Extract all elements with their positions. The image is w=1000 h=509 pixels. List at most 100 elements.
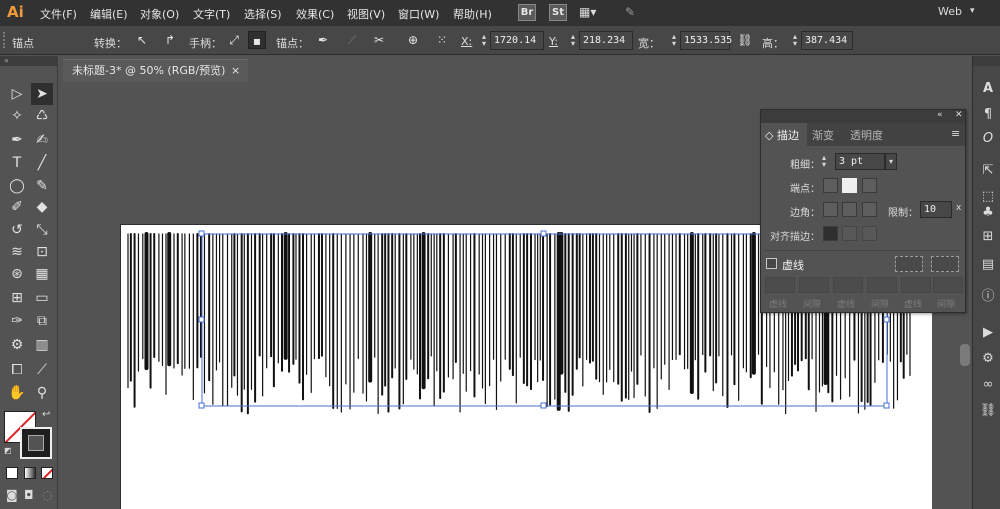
type-tool-icon[interactable]: T bbox=[6, 152, 28, 174]
height-stepper-icon[interactable]: ▴ ▾ bbox=[791, 33, 799, 48]
draw-inside-icon[interactable]: ◌ bbox=[42, 488, 52, 502]
shape-builder-tool-icon[interactable]: ⊛ bbox=[6, 263, 28, 285]
rotate-tool-icon[interactable]: ↺ bbox=[6, 219, 28, 241]
close-icon[interactable]: ✕ bbox=[955, 110, 963, 120]
swatches-panel-icon[interactable]: ▤ bbox=[977, 254, 999, 276]
gradient-mode-icon[interactable] bbox=[24, 467, 36, 479]
shaper-tool-icon[interactable]: ✐ bbox=[6, 196, 28, 218]
paintbrush-tool-icon[interactable]: ✎ bbox=[31, 175, 53, 197]
workspace-switcher[interactable]: Web bbox=[938, 5, 962, 18]
paragraph-panel-icon[interactable]: ¶ bbox=[977, 104, 999, 126]
collapse-icon[interactable]: » bbox=[4, 56, 9, 65]
gradient-tool-icon[interactable]: ▭ bbox=[31, 287, 53, 309]
dash-field-2[interactable] bbox=[833, 277, 863, 293]
double-arrow-icon[interactable]: « bbox=[937, 110, 943, 120]
color-mode-icon[interactable] bbox=[6, 467, 18, 479]
draw-normal-icon[interactable]: ◙ bbox=[6, 488, 18, 502]
butt-cap-button[interactable] bbox=[823, 178, 838, 193]
close-tab-icon[interactable]: × bbox=[231, 60, 240, 82]
menu-file[interactable]: 文件(F) bbox=[40, 6, 77, 22]
hide-handles-icon[interactable]: ▪ bbox=[248, 31, 266, 49]
artboard-tool-icon[interactable]: ⧠ bbox=[6, 359, 28, 381]
reference-point-icon[interactable]: ⁙ bbox=[433, 31, 451, 49]
vertical-scrollbar[interactable] bbox=[960, 344, 970, 366]
opentype-panel-icon[interactable]: O bbox=[977, 128, 999, 150]
symbol-sprayer-tool-icon[interactable]: ⚙ bbox=[6, 334, 28, 356]
gap-field-1[interactable] bbox=[799, 277, 829, 293]
weight-field[interactable]: 3 pt bbox=[835, 153, 885, 170]
y-stepper-icon[interactable]: ▴ ▾ bbox=[569, 33, 577, 48]
curvature-tool-icon[interactable]: ✍ bbox=[31, 129, 53, 151]
eraser-tool-icon[interactable]: ◆ bbox=[31, 196, 53, 218]
round-join-button[interactable] bbox=[842, 202, 857, 217]
line-tool-icon[interactable]: ╱ bbox=[31, 152, 53, 174]
x-field[interactable]: 1720.14 bbox=[490, 31, 544, 50]
weight-dropdown-icon[interactable]: ▾ bbox=[885, 153, 897, 170]
column-graph-tool-icon[interactable]: ▥ bbox=[31, 334, 53, 356]
menu-edit[interactable]: 编辑(E) bbox=[90, 6, 128, 22]
eyedropper-tool-icon[interactable]: ✑ bbox=[6, 310, 28, 332]
bridge-button[interactable]: Br bbox=[518, 4, 536, 21]
dash-field-1[interactable] bbox=[765, 277, 795, 293]
magic-wand-tool-icon[interactable]: ✧ bbox=[6, 105, 28, 127]
export-panel-icon[interactable]: ⇱ bbox=[977, 160, 999, 182]
arrange-documents-icon[interactable]: ▦▾ bbox=[579, 5, 603, 21]
lasso-tool-icon[interactable]: ♺ bbox=[31, 105, 53, 127]
gear-icon[interactable]: ⚙ bbox=[977, 348, 999, 370]
zoom-tool-icon[interactable]: ⚲ bbox=[31, 382, 53, 404]
tab-transparency[interactable]: 透明度 bbox=[850, 127, 883, 143]
align-inside-button[interactable] bbox=[842, 226, 857, 241]
artboards-panel-icon[interactable]: ⊞ bbox=[977, 226, 999, 248]
slice-tool-icon[interactable]: ⟋ bbox=[31, 359, 53, 381]
gap-field-2[interactable] bbox=[867, 277, 897, 293]
x-stepper-icon[interactable]: ▴ ▾ bbox=[480, 33, 488, 48]
selection-tool-icon[interactable]: ▷ bbox=[6, 83, 28, 105]
align-center-button[interactable] bbox=[823, 226, 838, 241]
chain-icon[interactable]: ⛓ bbox=[977, 400, 999, 422]
swap-colors-icon[interactable]: ↩ bbox=[42, 409, 50, 420]
stock-button[interactable]: St bbox=[549, 4, 567, 21]
ellipse-tool-icon[interactable]: ◯ bbox=[6, 175, 28, 197]
hamburger-icon[interactable]: ≡ bbox=[951, 127, 960, 140]
preserve-dash-button[interactable] bbox=[895, 256, 923, 272]
constrain-proportions-icon[interactable]: ⛓ bbox=[736, 31, 754, 49]
tab-gradient[interactable]: 渐变 bbox=[812, 127, 834, 143]
menu-type[interactable]: 文字(T) bbox=[193, 6, 230, 22]
menu-object[interactable]: 对象(O) bbox=[140, 6, 179, 22]
scale-tool-icon[interactable]: ⤡ bbox=[31, 219, 53, 241]
tab-stroke[interactable]: ◇ 描边 bbox=[765, 127, 799, 143]
menu-effect[interactable]: 效果(C) bbox=[296, 6, 334, 22]
character-panel-icon[interactable]: A bbox=[977, 78, 999, 100]
round-cap-button[interactable] bbox=[842, 178, 857, 193]
globe-icon[interactable]: ⊕ bbox=[404, 31, 422, 49]
chevron-down-icon[interactable]: ▾ bbox=[970, 6, 975, 16]
direct-selection-tool-icon[interactable]: ➤ bbox=[31, 83, 53, 105]
links-panel-icon[interactable]: ∞ bbox=[977, 374, 999, 396]
menu-help[interactable]: 帮助(H) bbox=[453, 6, 492, 22]
gpu-performance-icon[interactable]: ✎ bbox=[625, 5, 645, 21]
stroke-swatch[interactable] bbox=[20, 427, 52, 459]
default-colors-icon[interactable]: ◩ bbox=[4, 446, 12, 455]
document-tab[interactable]: 未标题-3* @ 50% (RGB/预览) × bbox=[63, 59, 248, 82]
show-handles-icon[interactable]: ⤢ bbox=[225, 31, 243, 49]
bevel-join-button[interactable] bbox=[862, 202, 877, 217]
mesh-tool-icon[interactable]: ⊞ bbox=[6, 287, 28, 309]
height-field[interactable]: 387.434 bbox=[801, 31, 853, 50]
blend-tool-icon[interactable]: ⧉ bbox=[31, 310, 53, 332]
miter-join-button[interactable] bbox=[823, 202, 838, 217]
width-stepper-icon[interactable]: ▴ ▾ bbox=[670, 33, 678, 48]
info-panel-icon[interactable]: ⓘ bbox=[977, 286, 999, 308]
y-field[interactable]: 218.234 bbox=[579, 31, 633, 50]
free-transform-tool-icon[interactable]: ⊡ bbox=[31, 241, 53, 263]
menu-select[interactable]: 选择(S) bbox=[244, 6, 282, 22]
hand-tool-icon[interactable]: ✋ bbox=[6, 382, 28, 404]
dashed-line-checkbox[interactable] bbox=[766, 258, 777, 269]
perspective-grid-tool-icon[interactable]: ▦ bbox=[31, 263, 53, 285]
panel-titlebar[interactable]: « ✕ bbox=[761, 110, 965, 123]
align-dash-button[interactable] bbox=[931, 256, 959, 272]
width-field[interactable]: 1533.535 bbox=[680, 31, 732, 50]
pen-tool-icon[interactable]: ✒ bbox=[6, 129, 28, 151]
dash-field-3[interactable] bbox=[901, 277, 931, 293]
limit-field[interactable]: 10 bbox=[920, 201, 952, 218]
cut-path-icon[interactable]: ✂ bbox=[370, 31, 388, 49]
